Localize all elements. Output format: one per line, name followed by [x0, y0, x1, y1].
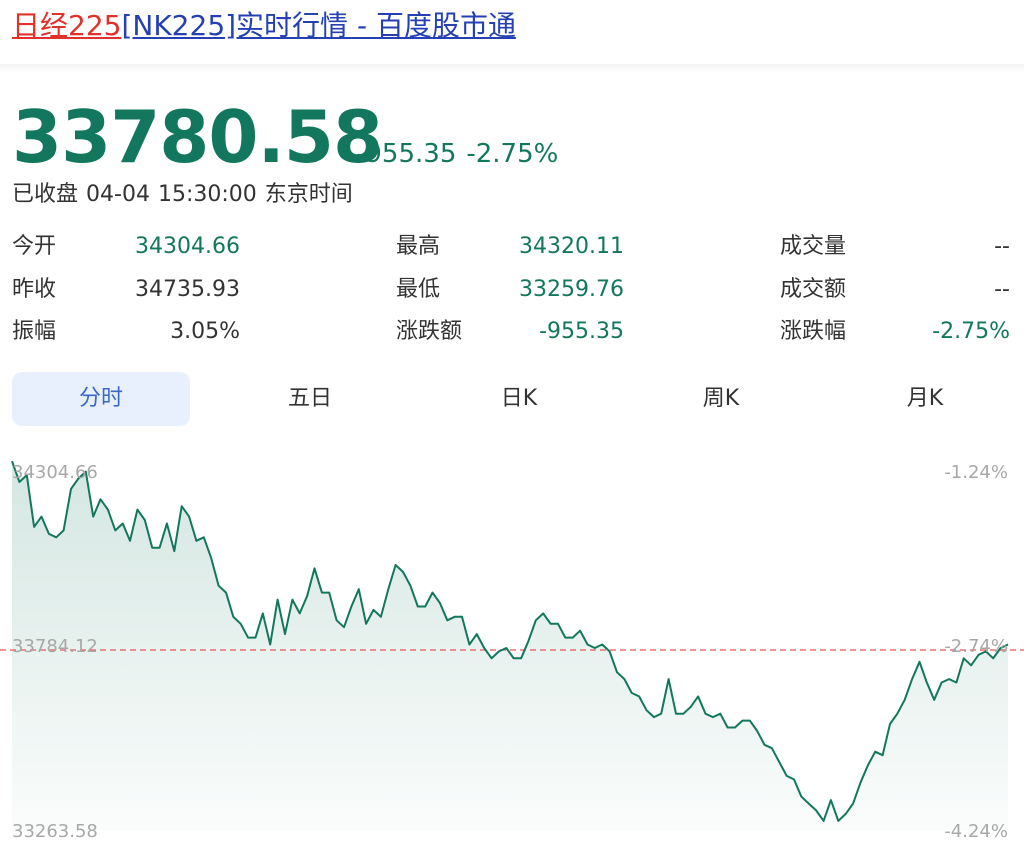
title-rest-link[interactable]: [NK225]实时行情 - 百度股市通 — [121, 9, 516, 42]
price-area-fill — [12, 461, 1008, 830]
status-date: 04-04 — [86, 182, 150, 207]
tab-monthly-k[interactable]: 月K — [822, 372, 1024, 426]
stat-value-high: 34320.11 — [519, 234, 624, 259]
chart-area-layer — [12, 461, 1008, 830]
stat-label-open: 今开 — [12, 234, 57, 259]
chart-period-tabs: 分时 五日 日K 周K 月K — [12, 372, 1012, 426]
stat-label-amplitude: 振幅 — [12, 319, 57, 344]
stat-value-turnover: -- — [994, 277, 1010, 302]
page-title[interactable]: 日经225[NK225]实时行情 - 百度股市通 — [12, 6, 516, 50]
stat-value-volume: -- — [994, 234, 1010, 259]
y-tick-right-mid: -2.74% — [944, 636, 1008, 657]
change-percent: -2.75% — [466, 139, 559, 169]
stat-label-change-amount: 涨跌额 — [396, 319, 463, 344]
stat-value-change-percent: -2.75% — [932, 319, 1010, 344]
stat-value-amplitude: 3.05% — [170, 319, 240, 344]
stat-value-open: 34304.66 — [135, 234, 240, 259]
stat-value-low: 33259.76 — [519, 277, 624, 302]
stat-label-low: 最低 — [396, 277, 441, 302]
price-change: -955.35 -2.75% — [356, 138, 558, 170]
tab-intraday[interactable]: 分时 — [12, 372, 190, 426]
status-timezone: 东京时间 — [264, 182, 353, 207]
current-price: 33780.58 — [12, 95, 383, 179]
y-tick-right-top: -1.24% — [944, 462, 1008, 483]
stat-label-high: 最高 — [396, 234, 441, 259]
y-tick-left-mid: 33784.12 — [12, 636, 98, 657]
change-amount: -955.35 — [356, 139, 457, 169]
stat-label-volume: 成交量 — [780, 234, 847, 259]
stat-value-prev-close: 34735.93 — [135, 277, 240, 302]
status-time: 15:30:00 — [157, 182, 257, 207]
y-tick-right-bottom: -4.24% — [944, 821, 1008, 842]
tab-daily-k[interactable]: 日K — [416, 372, 622, 426]
stat-label-change-percent: 涨跌幅 — [780, 319, 847, 344]
tab-five-day[interactable]: 五日 — [212, 372, 408, 426]
title-index-name-link[interactable]: 日经225 — [12, 9, 121, 42]
stat-label-prev-close: 昨收 — [12, 277, 57, 302]
y-tick-left-top: 34304.66 — [12, 462, 98, 483]
header-divider — [0, 64, 1024, 72]
market-status-text: 已收盘 — [12, 182, 79, 207]
stat-label-turnover: 成交额 — [780, 277, 847, 302]
market-status: 已收盘 04-04 15:30:00 东京时间 — [12, 180, 353, 210]
intraday-chart: 34304.66 33784.12 33263.58 -1.24% -2.74%… — [0, 460, 1024, 842]
tab-weekly-k[interactable]: 周K — [618, 372, 824, 426]
stat-value-change-amount: -955.35 — [539, 319, 624, 344]
y-tick-left-bottom: 33263.58 — [12, 821, 98, 842]
